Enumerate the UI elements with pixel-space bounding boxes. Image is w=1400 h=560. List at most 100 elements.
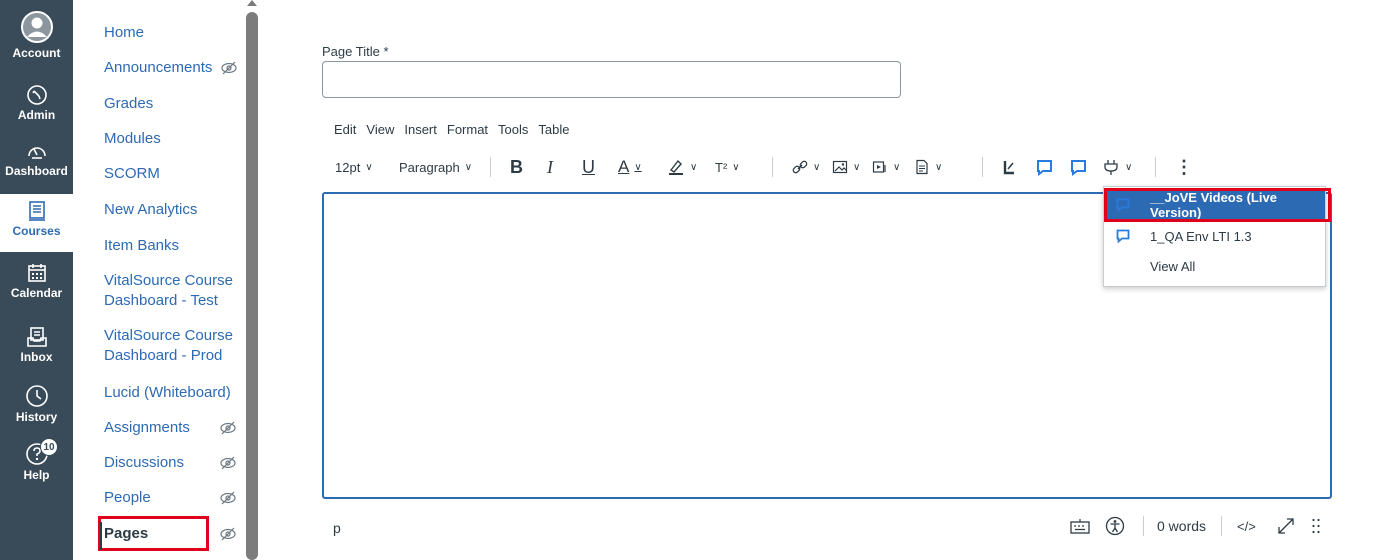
global-nav-dashboard[interactable]: Dashboard: [0, 140, 73, 178]
course-nav-lucid-whiteboard[interactable]: Lucid (Whiteboard): [104, 383, 231, 403]
course-nav-modules[interactable]: Modules: [104, 129, 161, 149]
course-nav-grades[interactable]: Grades: [104, 94, 153, 114]
jove-highlight-box: [1104, 188, 1331, 222]
superscript-label: T²: [715, 159, 728, 175]
equation-icon: [1003, 161, 1014, 175]
course-navigation: Home Announcements Grades Modules SCORM …: [73, 0, 258, 560]
calendar-icon: [27, 264, 46, 282]
font-size-dropdown[interactable]: 12pt ∨: [335, 152, 373, 182]
equation-button[interactable]: [1002, 152, 1016, 182]
block-format-dropdown[interactable]: Paragraph ∨: [399, 152, 472, 182]
document-icon: [916, 159, 928, 175]
dashboard-gauge-icon: [27, 147, 46, 159]
required-asterisk: *: [383, 44, 389, 59]
chevron-down-icon: ∨: [813, 161, 821, 173]
global-nav-label: Inbox: [20, 350, 53, 364]
chevron-down-icon: ∨: [893, 161, 901, 173]
course-nav-scrollbar[interactable]: [246, 12, 258, 560]
pages-highlight-box: [98, 516, 209, 551]
toolbar-divider: [982, 157, 983, 177]
menu-format[interactable]: Format: [447, 122, 488, 137]
link-button[interactable]: ∨: [792, 152, 820, 182]
italic-button[interactable]: I: [547, 152, 553, 182]
global-nav-label: Courses: [12, 224, 61, 238]
global-nav-courses[interactable]: Courses: [0, 194, 73, 252]
course-nav-vitalsource-prod[interactable]: VitalSource Course Dashboard - Prod: [104, 326, 244, 366]
text-cursor: [100, 522, 102, 550]
keyboard-shortcuts-button[interactable]: [1070, 514, 1090, 538]
document-button[interactable]: ∨: [914, 152, 942, 182]
admin-shield-icon: [26, 85, 47, 105]
hidden-eye-icon: [220, 421, 236, 435]
course-nav-people[interactable]: People: [104, 488, 151, 508]
superscript-button[interactable]: T² ∨: [715, 152, 740, 182]
block-format-value: Paragraph: [399, 159, 460, 175]
italic-label: I: [547, 156, 553, 177]
global-nav-admin[interactable]: Admin: [0, 84, 73, 122]
global-nav-inbox[interactable]: Inbox: [0, 326, 73, 364]
course-nav-vitalsource-test[interactable]: VitalSource Course Dashboard - Test: [104, 271, 244, 311]
global-nav-help[interactable]: 10 Help: [0, 438, 73, 482]
page-title-label-text: Page Title: [322, 44, 380, 59]
chevron-down-icon: ∨: [690, 161, 698, 173]
speech-bubble-icon: [1071, 159, 1086, 176]
font-color-button[interactable]: A ∨: [618, 152, 642, 182]
accessibility-icon: [1105, 516, 1125, 536]
highlight-color-button[interactable]: ∨: [667, 152, 697, 182]
menu-view[interactable]: View: [366, 122, 394, 137]
accessibility-checker-button[interactable]: [1105, 514, 1125, 538]
menu-insert[interactable]: Insert: [404, 122, 437, 137]
media-button[interactable]: ∨: [872, 152, 900, 182]
global-nav-history[interactable]: History: [0, 384, 73, 424]
global-nav-calendar[interactable]: Calendar: [0, 262, 73, 300]
global-nav-label: Help: [23, 468, 50, 482]
page-title-input[interactable]: [322, 61, 901, 98]
global-nav-label: Admin: [17, 108, 56, 122]
chevron-down-icon: ∨: [365, 161, 373, 173]
word-count[interactable]: 0 words: [1157, 514, 1206, 538]
image-button[interactable]: ∨: [832, 152, 860, 182]
course-nav-announcements[interactable]: Announcements: [104, 58, 212, 78]
dropdown-item-view-all[interactable]: View All: [1104, 252, 1325, 280]
media-icon: [872, 161, 886, 173]
lti-app-button-1[interactable]: [1036, 152, 1053, 182]
element-path[interactable]: p: [333, 520, 341, 536]
account-icon: [20, 11, 53, 43]
hidden-eye-icon: [220, 527, 236, 541]
help-notification-badge: 10: [40, 438, 58, 456]
chevron-down-icon: ∨: [935, 161, 943, 173]
course-nav-discussions[interactable]: Discussions: [104, 453, 184, 473]
apps-plug-button[interactable]: ∨: [1102, 152, 1132, 182]
more-options-button[interactable]: ⋮: [1175, 152, 1193, 182]
history-clock-icon: [25, 385, 48, 407]
menu-table[interactable]: Table: [538, 122, 569, 137]
hidden-eye-icon: [221, 61, 237, 75]
course-nav-scorm[interactable]: SCORM: [104, 164, 160, 184]
course-nav-item-banks[interactable]: Item Banks: [104, 236, 179, 256]
scrollbar-up-arrow[interactable]: [247, 0, 257, 6]
course-nav-assignments[interactable]: Assignments: [104, 418, 190, 438]
course-nav-home[interactable]: Home: [104, 23, 144, 43]
toolbar-divider: [772, 157, 773, 177]
fullscreen-button[interactable]: [1276, 514, 1296, 538]
lti-app-button-2[interactable]: [1070, 152, 1087, 182]
editor-menubar: Edit View Insert Format Tools Table: [334, 122, 579, 137]
keyboard-icon: [1070, 519, 1090, 534]
course-nav-new-analytics[interactable]: New Analytics: [104, 200, 197, 220]
global-nav-account[interactable]: Account: [0, 10, 73, 60]
editor-toolbar: 12pt ∨ Paragraph ∨ B I U A ∨ ∨ T² ∨ ∨ ∨ ∨ ∨: [322, 152, 1202, 182]
menu-edit[interactable]: Edit: [334, 122, 356, 137]
speech-bubble-icon: [1037, 159, 1052, 176]
speech-bubble-icon: [1116, 229, 1130, 243]
page-title-label: Page Title *: [322, 44, 389, 59]
global-nav-label: Calendar: [10, 286, 63, 300]
underline-button[interactable]: U: [582, 152, 595, 182]
bold-button[interactable]: B: [510, 152, 523, 182]
resize-handle[interactable]: [1311, 514, 1321, 538]
html-editor-toggle[interactable]: </>: [1237, 514, 1256, 538]
underline-label: U: [582, 156, 595, 177]
global-nav-label: Account: [12, 46, 61, 60]
global-navigation: Account Admin Dashboard Courses Calendar…: [0, 0, 73, 560]
dropdown-item-qa-env[interactable]: 1_QA Env LTI 1.3: [1104, 222, 1325, 250]
menu-tools[interactable]: Tools: [498, 122, 528, 137]
